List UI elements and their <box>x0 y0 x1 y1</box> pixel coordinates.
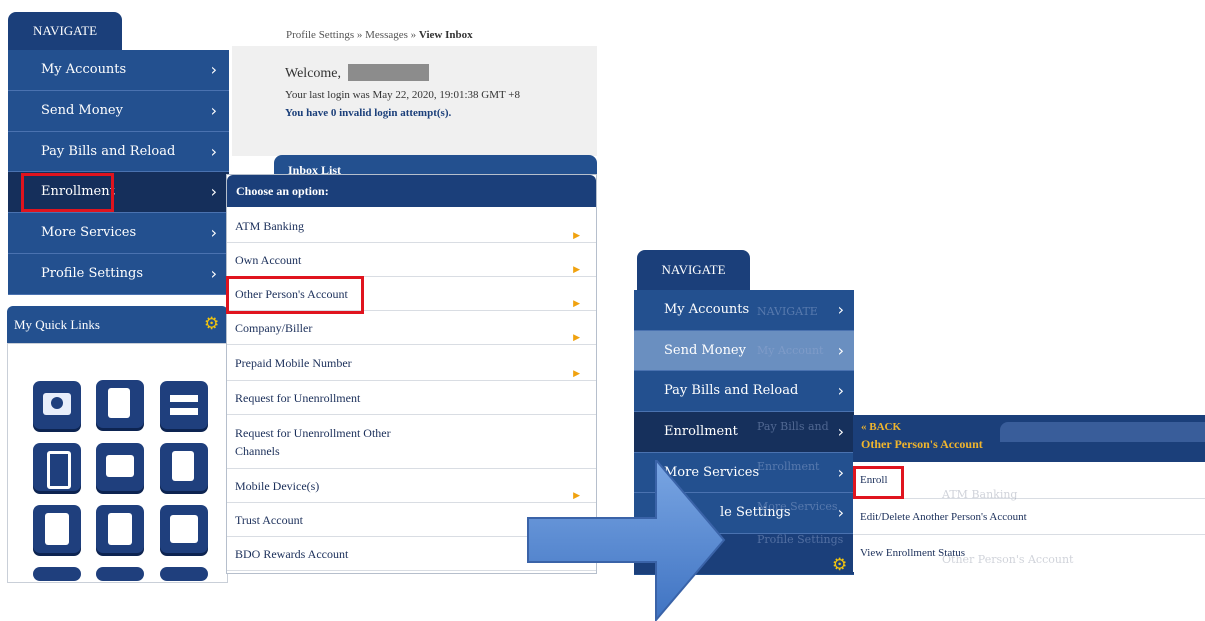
sidebar-item-my-accounts[interactable]: My Accounts › <box>634 290 854 331</box>
chevron-right-icon: › <box>210 182 217 202</box>
option-prepaid-mobile[interactable]: Prepaid Mobile Number ▶ <box>227 345 596 381</box>
card-reload-icon[interactable] <box>96 443 144 491</box>
mobile-reload-icon[interactable] <box>33 443 81 491</box>
dropdown-header: Choose an option: <box>227 175 596 207</box>
quick-links-header: My Quick Links <box>7 306 228 344</box>
gear-icon[interactable]: ⚙ <box>832 555 847 575</box>
chevron-right-icon: › <box>837 503 844 523</box>
chevron-right-icon: › <box>837 381 844 401</box>
chevron-right-icon: › <box>210 100 217 120</box>
ghost-text: Profile Settings <box>757 533 844 546</box>
sidebar-item-profile-settings[interactable]: Profile Settings › <box>8 253 229 295</box>
option-own-account[interactable]: Own Account ▶ <box>227 243 596 277</box>
sidebar-item-label: Profile Settings <box>41 265 144 281</box>
chevron-right-icon: › <box>210 60 217 79</box>
sidebar-item-label: Pay Bills and Reload <box>664 383 799 399</box>
ghost-text: Other Person's Account <box>942 553 1074 566</box>
ghost-text: ATM Banking <box>942 488 1018 501</box>
sidebar-item-pay-bills[interactable]: Pay Bills and Reload › <box>634 371 854 413</box>
quick-link-icon[interactable] <box>96 567 144 581</box>
sidebar-item-label: Send Money <box>664 342 746 358</box>
chevron-right-icon: › <box>837 300 844 319</box>
atm-card-icon[interactable] <box>33 381 81 429</box>
highlight-other-persons-account <box>226 276 364 314</box>
breadcrumb-current: View Inbox <box>418 29 473 41</box>
sidebar-item-label: My Accounts <box>41 62 127 77</box>
redacted-username <box>348 64 429 81</box>
chevron-right-icon: › <box>837 422 844 442</box>
quick-link-icon[interactable] <box>33 567 81 581</box>
highlight-enrollment <box>21 173 114 212</box>
option-edit-delete-account[interactable]: Edit/Delete Another Person's Account <box>853 499 1205 535</box>
transfer-arrows-icon[interactable] <box>160 381 208 429</box>
sidebar-item-my-accounts[interactable]: My Accounts › <box>8 50 229 91</box>
ghost-text: Enrollment <box>757 460 820 473</box>
ghost-text: Pay Bills and <box>757 420 829 433</box>
invalid-login-text: You have 0 invalid login attempt(s). <box>285 107 452 119</box>
chevron-right-icon: › <box>837 340 844 360</box>
sidebar-item-label: Send Money <box>41 102 123 118</box>
option-request-unenrollment[interactable]: Request for Unenrollment <box>227 381 596 415</box>
sidebar-item-label: More Services <box>41 225 137 241</box>
chevron-right-icon: › <box>210 223 217 243</box>
schedule-icon[interactable] <box>160 443 208 491</box>
sidebar-item-label: Enrollment <box>664 424 738 440</box>
option-atm-banking[interactable]: ATM Banking ▶ <box>227 209 596 243</box>
chevron-right-icon: › <box>210 263 217 283</box>
payment-icon[interactable] <box>96 505 144 553</box>
option-company-biller[interactable]: Company/Biller ▶ <box>227 311 596 345</box>
gear-icon[interactable]: ⚙ <box>204 314 219 334</box>
e-statement-icon[interactable] <box>33 505 81 553</box>
e-mail-icon[interactable] <box>160 505 208 553</box>
navigate-tab[interactable]: NAVIGATE <box>637 250 750 290</box>
chevron-right-icon: › <box>837 462 844 482</box>
sidebar-item-label: My Accounts <box>664 302 750 317</box>
navigate-tab[interactable]: NAVIGATE <box>8 12 122 50</box>
ghost-text: More Services <box>757 500 838 513</box>
welcome-greeting: Welcome, <box>285 66 342 81</box>
sidebar-item-pay-bills[interactable]: Pay Bills and Reload › <box>8 131 229 173</box>
arrow-right-icon <box>527 460 726 621</box>
quick-links-title: My Quick Links <box>14 317 100 332</box>
ghost-text: NAVIGATE <box>757 305 818 318</box>
option-enroll[interactable]: Enroll <box>853 462 1205 499</box>
sidebar-item-more-services[interactable]: More Services › <box>8 213 229 254</box>
pay-bills-icon[interactable] <box>96 380 144 428</box>
sidebar-item-label: Pay Bills and Reload <box>41 143 176 159</box>
ghost-text: My Account <box>757 344 824 357</box>
breadcrumb: Profile Settings » Messages » View Inbox <box>286 29 473 41</box>
highlight-enroll <box>853 466 904 499</box>
background-panel-strip <box>1000 422 1205 442</box>
last-login-text: Your last login was May 22, 2020, 19:01:… <box>285 89 520 101</box>
chevron-right-icon: › <box>210 141 217 161</box>
breadcrumb-path[interactable]: Profile Settings » Messages » <box>286 29 419 41</box>
quick-link-icon[interactable] <box>160 567 208 581</box>
welcome-panel <box>232 46 597 156</box>
sidebar-item-send-money[interactable]: Send Money › <box>8 90 229 132</box>
